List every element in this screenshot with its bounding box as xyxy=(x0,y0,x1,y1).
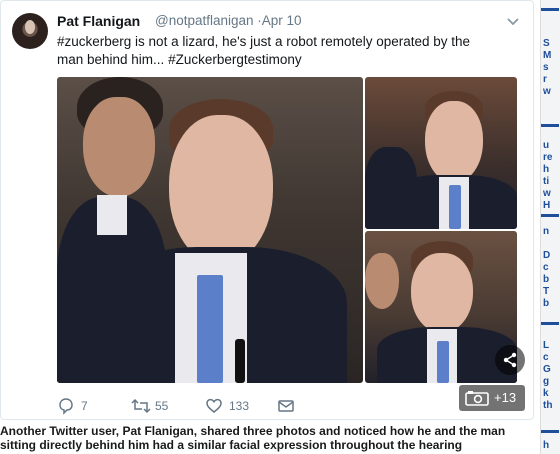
like-count: 133 xyxy=(229,399,250,413)
sidebar-text[interactable]: H xyxy=(543,200,550,211)
avatar[interactable] xyxy=(12,13,48,49)
author-handle-date[interactable]: @notpatflanigan ·Apr 10 xyxy=(155,13,302,28)
sidebar-text[interactable]: G xyxy=(543,364,551,375)
sidebar-text[interactable]: ti xyxy=(543,176,549,187)
tweet-photo-top-right[interactable] xyxy=(365,77,517,229)
envelope-icon xyxy=(278,400,294,412)
sidebar-text[interactable]: n xyxy=(543,226,549,237)
author-name[interactable]: Pat Flanigan xyxy=(57,13,140,29)
more-photos-count: +13 xyxy=(494,390,517,405)
sidebar-text[interactable]: u xyxy=(543,140,549,151)
reply-count: 7 xyxy=(81,399,88,413)
sidebar-text[interactable]: h xyxy=(543,164,549,175)
sidebar-text[interactable]: c xyxy=(543,352,549,363)
sidebar-text[interactable]: w xyxy=(543,188,551,199)
sidebar-text[interactable]: g xyxy=(543,376,549,387)
sidebar-text[interactable]: k xyxy=(543,388,549,399)
sidebar-text[interactable]: re xyxy=(543,152,552,163)
heart-icon xyxy=(206,398,222,413)
sidebar-text[interactable]: c xyxy=(543,262,549,273)
share-icon xyxy=(503,352,517,368)
sidebar-text[interactable]: b xyxy=(543,274,549,285)
retweet-icon xyxy=(131,398,151,414)
sidebar-text[interactable]: r xyxy=(543,74,547,85)
tweet-text: #zuckerberg is not a lizard, he's just a… xyxy=(57,34,471,67)
sidebar-text[interactable]: h xyxy=(543,440,549,451)
reply-icon xyxy=(59,398,73,415)
retweet-count: 55 xyxy=(155,399,169,413)
sidebar-text[interactable]: b xyxy=(543,298,549,309)
related-articles-sidebar: S M s r w u re h ti w H n D c b T b L c … xyxy=(540,0,560,454)
tweet-card: Pat Flanigan @notpatflanigan ·Apr 10 #zu… xyxy=(0,0,534,420)
sidebar-text[interactable]: s xyxy=(543,62,549,73)
tweet-photo-main[interactable] xyxy=(57,77,363,383)
sidebar-text[interactable]: th xyxy=(543,400,552,411)
sidebar-text[interactable]: T xyxy=(543,286,549,297)
sidebar-text[interactable]: L xyxy=(543,340,549,351)
more-photos-badge[interactable]: +13 xyxy=(459,385,525,411)
chevron-down-icon[interactable] xyxy=(504,12,522,30)
sidebar-text[interactable]: w xyxy=(543,86,551,97)
sidebar-text[interactable]: D xyxy=(543,250,550,261)
sidebar-text[interactable]: M xyxy=(543,50,551,61)
share-button[interactable] xyxy=(495,345,525,375)
camera-icon xyxy=(465,391,489,406)
image-caption: Another Twitter user, Pat Flanigan, shar… xyxy=(0,424,506,452)
sidebar-text[interactable]: S xyxy=(543,38,550,49)
